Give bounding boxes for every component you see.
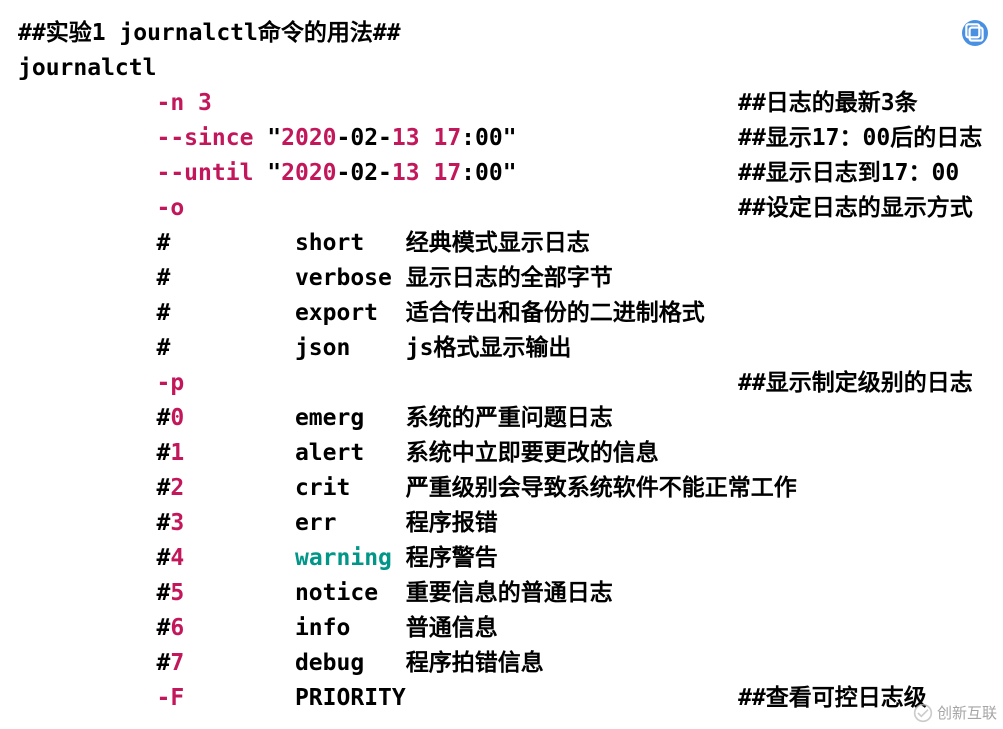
watermark: 创新互联: [913, 702, 997, 723]
watermark-text: 创新互联: [937, 702, 997, 723]
copy-icon[interactable]: [962, 20, 988, 46]
code-block: ##实验1 journalctl命令的用法## journalctl -n 3 …: [0, 0, 1003, 716]
